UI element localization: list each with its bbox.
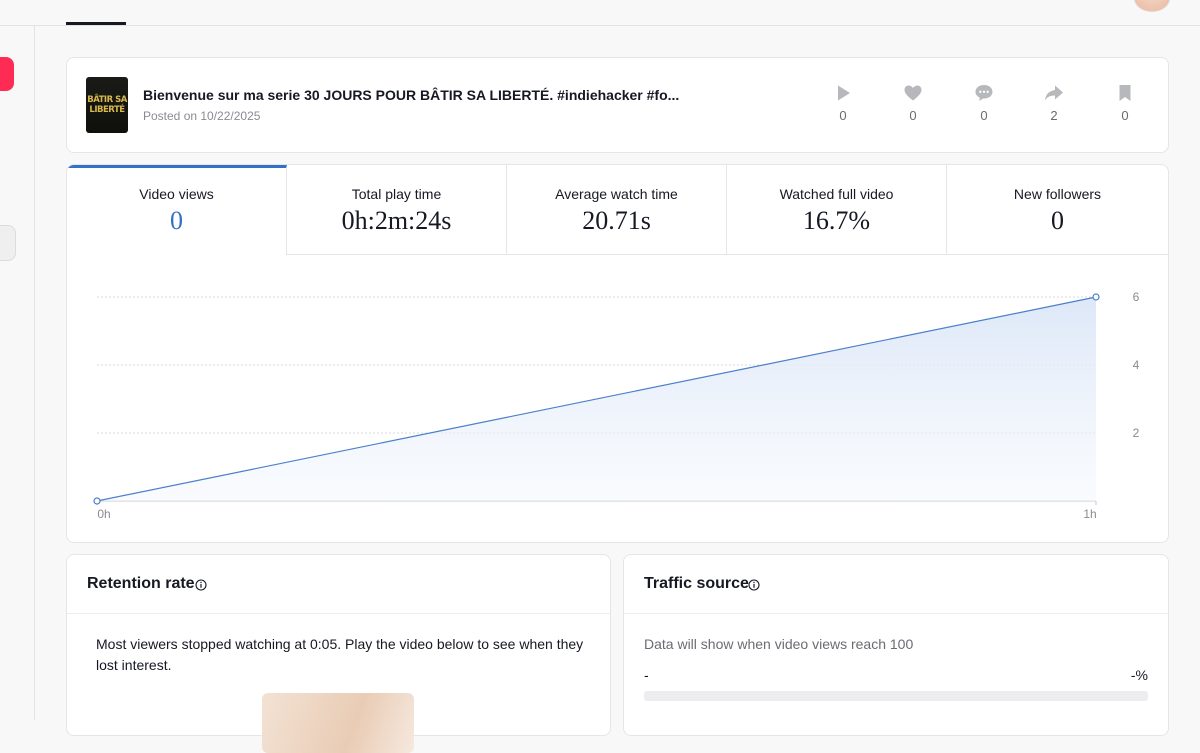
- comment-count-stat: 0: [964, 83, 1004, 123]
- play-count: 0: [839, 108, 847, 123]
- play-icon: [838, 85, 850, 101]
- data-point: [1092, 293, 1100, 301]
- traffic-source-label: -: [644, 667, 649, 683]
- retention-card: Retention rate Most viewers stopped watc…: [66, 554, 611, 753]
- tab-new-followers[interactable]: New followers 0: [947, 165, 1168, 255]
- metric-value: 16.7%: [802, 206, 871, 235]
- metric-value: 0h:2m:24s: [341, 206, 452, 235]
- metric-label: Watched full video: [779, 186, 894, 202]
- like-count: 0: [909, 108, 917, 123]
- video-thumbnail[interactable]: BÂTIR SA LIBERTÉ: [86, 77, 128, 133]
- retention-video-preview[interactable]: [262, 693, 414, 753]
- y-tick-label: 4: [1133, 358, 1140, 372]
- post-summary-card: BÂTIR SA LIBERTÉ Bienvenue sur ma serie …: [66, 57, 1169, 153]
- info-icon[interactable]: [195, 579, 207, 591]
- thumbnail-line-1: BÂTIR SA: [87, 95, 127, 105]
- traffic-source-percent: -%: [1130, 667, 1148, 683]
- x-tick-label: 1h: [1083, 507, 1096, 521]
- bookmark-icon: [1119, 85, 1131, 101]
- active-tab-indicator: [66, 22, 126, 25]
- traffic-source-card: Traffic source Data will show when video…: [623, 554, 1169, 736]
- share-count-stat: 2: [1034, 83, 1074, 123]
- like-count-stat: 0: [893, 83, 933, 123]
- metrics-card: Video views 0 Total play time 0h:2m:24s …: [66, 164, 1169, 543]
- top-bar: [0, 0, 1200, 26]
- metric-value: 0: [1051, 206, 1064, 235]
- y-tick-label: 2: [1133, 426, 1140, 440]
- metric-label: Video views: [139, 186, 214, 202]
- comment-icon: [975, 85, 993, 101]
- traffic-source-bar: [644, 691, 1148, 701]
- data-point: [93, 497, 101, 505]
- metric-label: Total play time: [351, 186, 442, 202]
- post-title: Bienvenue sur ma serie 30 JOURS POUR BÂT…: [143, 87, 680, 103]
- metric-label: Average watch time: [555, 186, 678, 202]
- tab-average-watch-time[interactable]: Average watch time 20.71s: [507, 165, 727, 255]
- favorite-count: 0: [1121, 108, 1129, 123]
- comment-count: 0: [980, 108, 988, 123]
- thumbnail-line-2: LIBERTÉ: [89, 105, 125, 115]
- sidebar: [0, 26, 35, 720]
- share-icon: [1045, 85, 1063, 101]
- share-count: 2: [1050, 108, 1058, 123]
- traffic-note: Data will show when video views reach 10…: [644, 636, 914, 652]
- heart-icon: [904, 85, 922, 101]
- retention-title: Retention rate: [87, 575, 195, 592]
- tab-total-play-time[interactable]: Total play time 0h:2m:24s: [287, 165, 507, 255]
- x-tick-label: 0h: [97, 507, 110, 521]
- views-chart: 2 4 6 0h 1h: [93, 290, 1140, 521]
- metric-value: 20.71s: [582, 206, 651, 235]
- traffic-title: Traffic source: [644, 575, 749, 592]
- sidebar-upload-button[interactable]: [0, 57, 14, 91]
- traffic-header: Traffic source: [624, 555, 1168, 614]
- metric-label: New followers: [1013, 186, 1102, 202]
- tab-watched-full-video[interactable]: Watched full video 16.7%: [727, 165, 947, 255]
- info-icon[interactable]: [748, 579, 760, 591]
- tab-video-views[interactable]: Video views 0: [67, 165, 287, 255]
- metric-value: 0: [170, 206, 183, 235]
- retention-description: Most viewers stopped watching at 0:05. P…: [96, 636, 584, 673]
- y-tick-label: 6: [1133, 290, 1140, 304]
- retention-header: Retention rate: [67, 555, 610, 614]
- play-count-stat: 0: [823, 83, 863, 123]
- post-date: Posted on 10/22/2025: [143, 109, 261, 123]
- avatar[interactable]: [1134, 0, 1170, 12]
- sidebar-item[interactable]: [0, 225, 16, 261]
- favorite-count-stat: 0: [1105, 83, 1145, 123]
